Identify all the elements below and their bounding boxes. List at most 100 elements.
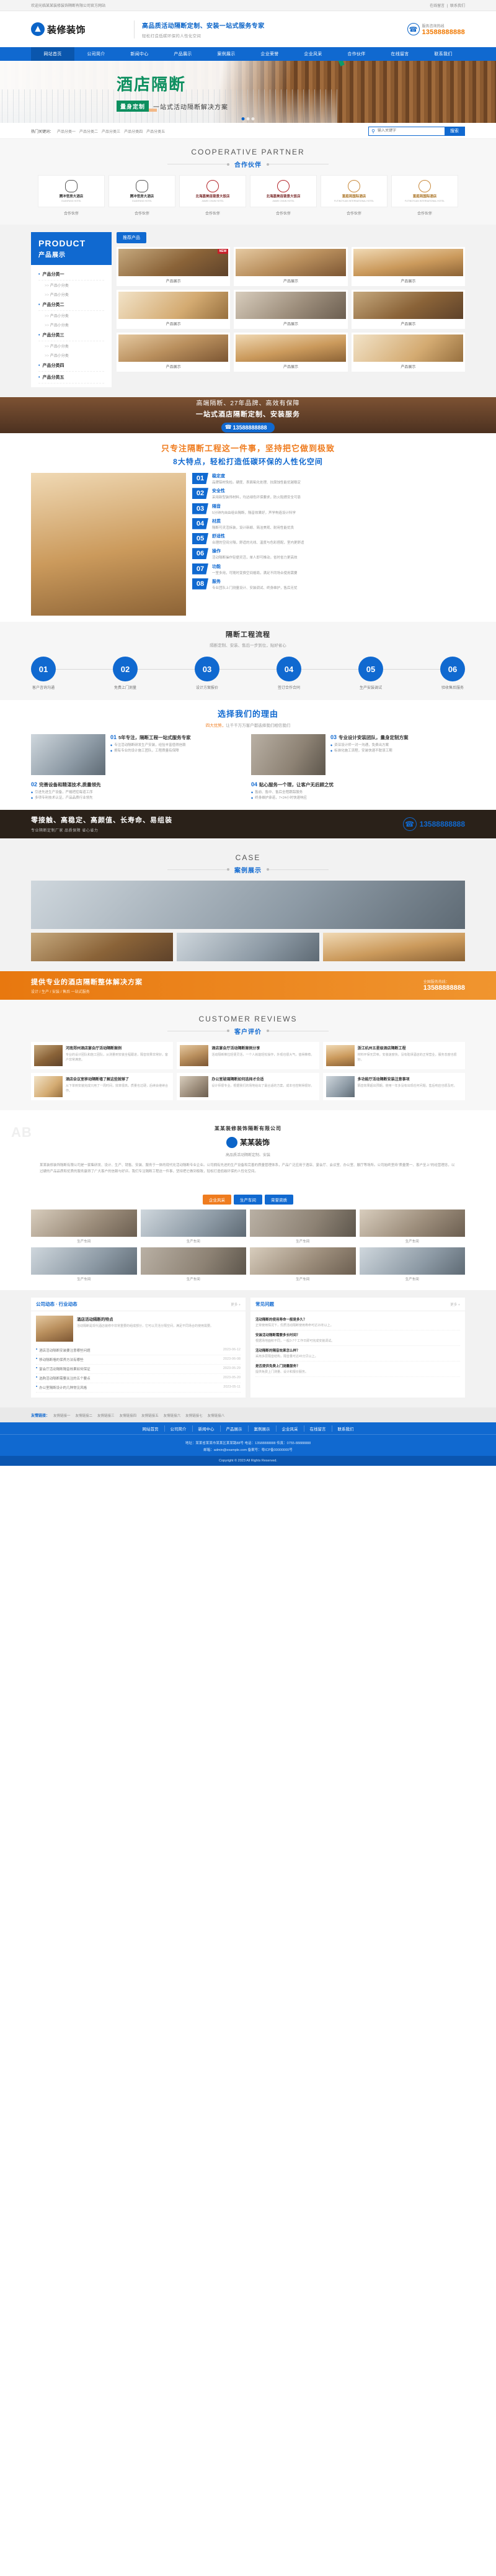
banner-dot-3[interactable] (251, 117, 255, 120)
review-card[interactable]: 浙江杭州五星级酒店隔断工程 材料环保无异味，安装速度快，没有耽误酒店的正常营业，服… (322, 1041, 465, 1069)
product-subcategory-1-1[interactable]: 产品小分类 (38, 280, 104, 290)
product-card[interactable]: 产品展示 (351, 290, 465, 329)
process-step[interactable]: 06 验收售后服务 (440, 657, 465, 690)
footer-nav-4[interactable]: 产品展示 (221, 1425, 249, 1432)
faq-item[interactable]: 是否提供免费上门测量服务？ 提供免费上门测量、设计和报价服务。 (255, 1362, 460, 1378)
partner-item[interactable]: 富庭苑国际酒店 FUTINGYUAN INTERNATIONAL HOTEL 合作伙… (321, 175, 388, 216)
faq-list[interactable]: 活动隔断的使用寿命一般是多久？ 正常使用情况下，优质活动隔断使用寿命可达15年以上… (250, 1311, 465, 1382)
gallery-tab-3[interactable]: 荣誉资质 (265, 1195, 293, 1205)
process-step[interactable]: 05 生产安装调试 (358, 657, 383, 690)
cta1-phone-button[interactable]: 13588888888 (221, 423, 275, 433)
case-feature-image[interactable] (31, 880, 465, 929)
friend-links-list[interactable]: 友情链接一 友情链接二 友情链接三 友情链接四 友情链接五 友情链接六 友情链接七 友情链接八 (53, 1412, 229, 1418)
nav-item-7[interactable]: 企业风采 (291, 47, 335, 61)
news-feature[interactable]: 酒店活动隔断的特点 活动隔断是现代酒店装修中非常重要的组成部分，它可以灵活分隔空… (31, 1311, 246, 1346)
product-category-5[interactable]: 产品分类五 (38, 372, 104, 384)
news-left-more[interactable]: 更多 + (231, 1302, 241, 1307)
product-category-list[interactable]: 产品分类一产品小分类产品小分类产品分类二产品小分类产品小分类产品分类三产品小分类… (31, 265, 112, 387)
case-thumb[interactable] (177, 932, 319, 961)
news-list-item[interactable]: 移动隔断墙的保养方法有哪些 2023-06-08 (36, 1355, 241, 1365)
hot-keyword-1[interactable]: 产品分类一 (57, 130, 76, 134)
product-subcategory-1-2[interactable]: 产品小分类 (38, 290, 104, 299)
process-step[interactable]: 01 客户咨询沟通 (31, 657, 56, 690)
gallery-item[interactable]: 生产车间 (250, 1247, 356, 1281)
main-navigation[interactable]: 网站首页 公司简介 新闻中心 产品展示 案例展示 企业荣誉 企业风采 合作伙伴 在线留言 联系我们 (0, 47, 496, 61)
gallery-item[interactable]: 生产车间 (31, 1209, 137, 1244)
news-list-item[interactable]: 办公室隔断设计的几种常见风格 2023-05-11 (36, 1383, 241, 1393)
product-card[interactable]: 产品展示 (234, 290, 348, 329)
partner-item[interactable]: 北海嘉美连锁景大饭店 JIAMEI CHAIN HOTEL 合作伙伴 (250, 175, 317, 216)
review-card[interactable]: 多功能厅活动隔断安装注意事项 隔音效果超出预期，使用一年多没有出现任何问题，售后响… (322, 1072, 465, 1100)
faq-item[interactable]: 安装活动隔断需要多长时间？ 根据场地面积不同，一般3-7个工作日即可完成安装调试。 (255, 1331, 460, 1347)
tab-recommended-products[interactable]: 推荐产品 (117, 232, 146, 243)
reviews-grid[interactable]: 河南郑州酒店宴会厅活动隔断案例 专业的设计团队和施工团队，从测量到安装全程跟进，隔… (31, 1041, 465, 1100)
friend-link-1[interactable]: 友情链接一 (53, 1414, 71, 1418)
product-category-1[interactable]: 产品分类一 (38, 269, 104, 280)
search-box[interactable]: ⚲ 搜索 (368, 126, 465, 136)
product-card[interactable]: 产品展示 (351, 247, 465, 286)
nav-item-6[interactable]: 企业荣誉 (248, 47, 291, 61)
partner-item[interactable]: 北海嘉美连锁景大饭店 JIAMEI CHAIN HOTEL 合作伙伴 (179, 175, 246, 216)
case-thumbnails[interactable] (31, 932, 465, 961)
gallery-tabs[interactable]: 企业风采 生产车间 荣誉资质 (31, 1195, 465, 1205)
process-step[interactable]: 04 签订合作合同 (277, 657, 301, 690)
partner-item[interactable]: 富庭苑国际酒店 FUTINGYUAN INTERNATIONAL HOTEL 合作伙… (391, 175, 458, 216)
banner-dots[interactable] (241, 117, 255, 120)
partner-item[interactable]: 腾冲官房大酒店 GUANFANG HOTEL 合作伙伴 (38, 175, 105, 216)
nav-item-8[interactable]: 合作伙伴 (335, 47, 378, 61)
nav-item-1[interactable]: 网站首页 (31, 47, 74, 61)
product-subcategory-2-1[interactable]: 产品小分类 (38, 311, 104, 320)
gallery-grid[interactable]: 生产车间 生产车间 生产车间 生产车间 生产车间 生产车间 生产车间 生产车间 (31, 1209, 465, 1281)
footer-nav-1[interactable]: 网站首页 (137, 1425, 165, 1432)
review-card[interactable]: 酒店会议室移动隔断墙了解这些就够了 从下单到安装完成只用了一周时间，效率很高，质量… (31, 1072, 174, 1100)
footer-nav-2[interactable]: 公司简介 (165, 1425, 193, 1432)
footer-nav-6[interactable]: 企业风采 (277, 1425, 304, 1432)
product-subcategory-2-2[interactable]: 产品小分类 (38, 320, 104, 330)
product-tabs[interactable]: 推荐产品 (117, 232, 465, 243)
site-logo[interactable]: 装修装饰 (31, 22, 130, 36)
friend-link-3[interactable]: 友情链接三 (97, 1414, 115, 1418)
partner-item[interactable]: 腾冲官房大酒店 GUANFANG HOTEL 合作伙伴 (108, 175, 175, 216)
hero-banner[interactable]: 酒店隔断 量身定制 一站式活动隔断解决方案 (0, 61, 496, 123)
product-category-2[interactable]: 产品分类二 (38, 299, 104, 311)
footer-navigation[interactable]: 网站首页 公司简介 新闻中心 产品展示 案例展示 企业风采 在线留言 联系我们 (0, 1422, 496, 1435)
news-list-item[interactable]: 选购活动隔断需要关注的五个要点 2023-05-20 (36, 1374, 241, 1384)
hot-keyword-4[interactable]: 产品分类四 (124, 130, 143, 134)
nav-item-4[interactable]: 产品展示 (161, 47, 205, 61)
nav-item-10[interactable]: 联系我们 (422, 47, 465, 61)
product-subcategory-3-2[interactable]: 产品小分类 (38, 351, 104, 360)
news-list-item[interactable]: 酒店活动隔断安装要注意哪些问题 2023-06-12 (36, 1346, 241, 1356)
faq-item[interactable]: 活动隔断的使用寿命一般是多久？ 正常使用情况下，优质活动隔断使用寿命可达15年以上… (255, 1315, 460, 1331)
friend-link-2[interactable]: 友情链接二 (76, 1414, 93, 1418)
product-card[interactable]: 产品展示 (351, 333, 465, 372)
gallery-tab-1[interactable]: 企业风采 (203, 1195, 231, 1205)
friend-link-6[interactable]: 友情链接六 (164, 1414, 181, 1418)
review-card[interactable]: 酒店宴会厅活动隔断案例分享 活动隔断推拉轻便灵活，一个人就能轻松操作，外观也很大气… (177, 1041, 319, 1069)
friend-link-4[interactable]: 友情链接四 (120, 1414, 137, 1418)
product-card[interactable]: 产品展示 (117, 290, 231, 329)
nav-item-2[interactable]: 公司简介 (74, 47, 118, 61)
footer-nav-3[interactable]: 新闻中心 (193, 1425, 221, 1432)
review-card[interactable]: 办公室玻璃隔断如何选择才合适 设计师很专业，根据我们的场地给出了最合适的方案，成本… (177, 1072, 319, 1100)
topbar-contact-link[interactable]: 联系我们 (450, 4, 465, 8)
gallery-item[interactable]: 生产车间 (250, 1209, 356, 1244)
cta2-phone[interactable]: ☎ 13588888888 (402, 817, 465, 831)
product-grid[interactable]: NEW 产品展示 产品展示 产品展示 产品展示 产品展示 产品展示 产品展示 产品展示 产品展示 (117, 247, 465, 372)
gallery-item[interactable]: 生产车间 (359, 1209, 465, 1244)
process-step[interactable]: 02 免费上门测量 (113, 657, 138, 690)
product-card[interactable]: 产品展示 (234, 333, 348, 372)
product-subcategory-3-1[interactable]: 产品小分类 (38, 341, 104, 351)
faq-item[interactable]: 活动隔断的隔音效果怎么样？ 采用多层隔音结构，隔音量可达45分贝以上。 (255, 1346, 460, 1362)
faq-more[interactable]: 更多 + (450, 1302, 460, 1307)
banner-dot-1[interactable] (241, 117, 245, 120)
news-left-list[interactable]: 酒店活动隔断安装要注意哪些问题 2023-06-12 移动隔断墙的保养方法有哪些 20… (31, 1346, 246, 1398)
search-input[interactable] (378, 127, 445, 135)
footer-nav-7[interactable]: 在线留言 (304, 1425, 332, 1432)
hot-keyword-3[interactable]: 产品分类三 (102, 130, 120, 134)
gallery-item[interactable]: 生产车间 (31, 1247, 137, 1281)
gallery-item[interactable]: 生产车间 (359, 1247, 465, 1281)
gallery-item[interactable]: 生产车间 (140, 1209, 246, 1244)
friend-link-5[interactable]: 友情链接五 (141, 1414, 159, 1418)
gallery-tab-2[interactable]: 生产车间 (234, 1195, 262, 1205)
search-button[interactable]: 搜索 (445, 126, 464, 136)
